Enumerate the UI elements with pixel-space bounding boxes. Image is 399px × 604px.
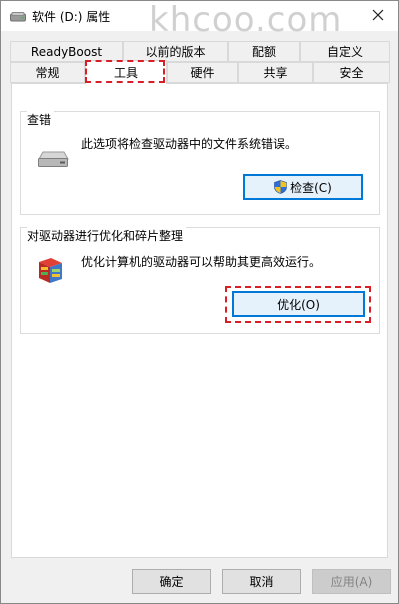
optimize-button-label: 优化(O) — [277, 297, 320, 312]
window-title: 软件 (D:) 属性 — [32, 10, 111, 24]
title-bar[interactable]: 软件 (D:) 属性 khcoo.com — [1, 0, 398, 40]
apply-button-label: 应用(A) — [330, 575, 373, 589]
check-button-label: 检查(C) — [290, 180, 332, 195]
close-icon[interactable] — [364, 3, 392, 27]
ok-button-label: 确定 — [159, 575, 184, 589]
tab-general[interactable]: 常规 — [10, 62, 85, 83]
group-description: 此选项将检查驱动器中的文件系统错误。 — [81, 137, 298, 151]
tools-panel: 查错 此选项将检查驱动器中的文件系统错误。 检查(C) 对驱动器进行优化和碎片整… — [11, 83, 388, 558]
group-description: 优化计算机的驱动器可以帮助其更高效运行。 — [81, 255, 322, 269]
tab-customize[interactable]: 自定义 — [300, 41, 390, 62]
optimize-group: 对驱动器进行优化和碎片整理 优化计算机的驱动器可以帮助其更高效运行。 优化(O) — [20, 227, 380, 334]
tab-sharing[interactable]: 共享 — [238, 62, 313, 83]
properties-window: 软件 (D:) 属性 khcoo.com ReadyBoost 以前的版本 配额… — [0, 0, 399, 604]
tab-quota[interactable]: 配额 — [228, 41, 300, 62]
apply-button[interactable]: 应用(A) — [312, 569, 391, 594]
check-button[interactable]: 检查(C) — [243, 174, 363, 200]
tab-label: 常规 — [35, 66, 60, 80]
shield-icon — [274, 180, 287, 194]
cancel-button[interactable]: 取消 — [222, 569, 301, 594]
tab-tools[interactable]: 工具 — [85, 60, 167, 84]
defrag-icon — [35, 254, 65, 289]
error-check-group: 查错 此选项将检查驱动器中的文件系统错误。 检查(C) — [20, 111, 380, 215]
tab-security[interactable]: 安全 — [313, 62, 390, 83]
optimize-button[interactable]: 优化(O) — [232, 291, 365, 317]
watermark-text: khcoo.com — [149, 0, 343, 40]
tab-label: 安全 — [339, 66, 364, 80]
tab-label: 自定义 — [326, 45, 363, 59]
highlight-frame — [85, 60, 165, 83]
tab-label: ReadyBoost — [30, 44, 103, 59]
group-title: 对驱动器进行优化和碎片整理 — [27, 227, 187, 244]
ok-button[interactable]: 确定 — [132, 569, 211, 594]
tab-label: 硬件 — [190, 66, 215, 80]
drive-icon — [37, 150, 69, 171]
cancel-button-label: 取消 — [249, 575, 274, 589]
group-title: 查错 — [27, 111, 55, 128]
tab-previous-versions[interactable]: 以前的版本 — [123, 41, 228, 62]
tab-label: 共享 — [263, 66, 288, 80]
drive-icon — [10, 11, 26, 22]
tab-label: 配额 — [251, 45, 276, 59]
tab-label: 以前的版本 — [145, 45, 206, 59]
tab-hardware[interactable]: 硬件 — [167, 62, 238, 83]
tab-readyboost[interactable]: ReadyBoost — [10, 41, 123, 62]
